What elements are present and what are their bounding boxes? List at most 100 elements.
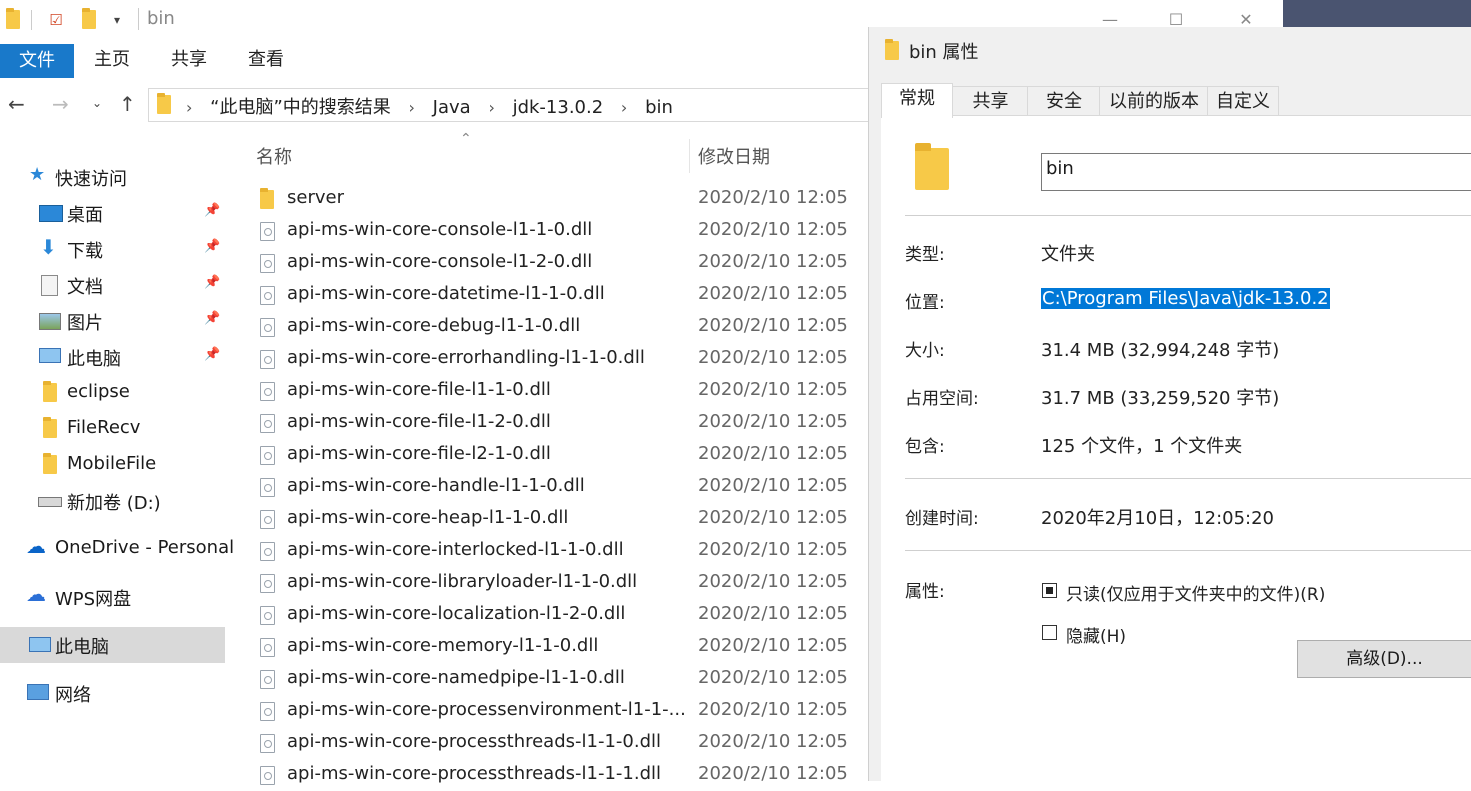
readonly-label[interactable]: 只读(仅应用于文件夹中的文件)(R) <box>1066 580 1325 605</box>
file-name[interactable]: api-ms-win-core-console-l1-1-0.dll <box>287 219 592 240</box>
nav-mobilefile[interactable]: MobileFile <box>0 447 225 481</box>
file-row[interactable]: api-ms-win-core-memory-l1-1-0.dll 2020/2/… <box>228 631 868 663</box>
file-row[interactable]: api-ms-win-core-processthreads-l1-1-0.dl… <box>228 727 868 759</box>
folder-name-input[interactable]: bin <box>1041 153 1471 191</box>
onedrive-icon: ☁ <box>26 534 46 558</box>
file-name[interactable]: api-ms-win-core-handle-l1-1-0.dll <box>287 475 585 496</box>
file-row[interactable]: server 2020/2/10 12:05 <box>228 183 868 215</box>
file-row[interactable]: api-ms-win-core-file-l2-1-0.dll 2020/2/10… <box>228 439 868 471</box>
file-row[interactable]: api-ms-win-core-heap-l1-1-0.dll 2020/2/10… <box>228 503 868 535</box>
file-row[interactable]: api-ms-win-core-libraryloader-l1-1-0.dll… <box>228 567 868 599</box>
nav-quick-access[interactable]: ★ 快速访问 <box>0 159 225 193</box>
pin-icon[interactable]: 📌 <box>204 347 220 362</box>
file-name[interactable]: api-ms-win-core-errorhandling-l1-1-0.dll <box>287 347 645 368</box>
file-name[interactable]: api-ms-win-core-localization-l1-2-0.dll <box>287 603 625 624</box>
up-arrow-icon[interactable]: ↑ <box>119 92 136 116</box>
breadcrumb-bin[interactable]: bin <box>645 97 673 118</box>
nav-this-pc[interactable]: 此电脑 <box>0 627 225 663</box>
file-row[interactable]: api-ms-win-core-console-l1-1-0.dll 2020/2… <box>228 215 868 247</box>
nav-eclipse[interactable]: eclipse <box>0 375 225 409</box>
file-name[interactable]: api-ms-win-core-debug-l1-1-0.dll <box>287 315 580 336</box>
file-row[interactable]: api-ms-win-core-file-l1-2-0.dll 2020/2/10… <box>228 407 868 439</box>
tab-sharing[interactable]: 共享 <box>952 86 1029 117</box>
nav-downloads[interactable]: ⬇ 下载 📌 <box>0 231 225 265</box>
properties-quick-access-icon[interactable]: ☑ <box>47 10 65 30</box>
forward-arrow-icon[interactable]: → <box>52 92 69 116</box>
drive-icon <box>38 497 62 507</box>
file-date: 2020/2/10 12:05 <box>698 571 848 592</box>
breadcrumb-jdk[interactable]: jdk-13.0.2 <box>513 97 604 118</box>
tab-file[interactable]: 文件 <box>0 44 74 78</box>
breadcrumb-chevron-icon[interactable]: › <box>488 98 494 117</box>
file-name[interactable]: api-ms-win-core-libraryloader-l1-1-0.dll <box>287 571 637 592</box>
file-date: 2020/2/10 12:05 <box>698 315 848 336</box>
file-row[interactable]: api-ms-win-core-handle-l1-1-0.dll 2020/2/… <box>228 471 868 503</box>
dll-file-icon <box>260 542 275 561</box>
tab-view[interactable]: 查看 <box>248 40 284 74</box>
file-row[interactable]: api-ms-win-core-processenvironment-l1-1-… <box>228 695 868 727</box>
recent-locations-chevron-icon[interactable]: ⌄ <box>92 96 102 110</box>
size-value: 31.4 MB (32,994,248 字节) <box>1041 340 1280 361</box>
file-name[interactable]: api-ms-win-core-file-l1-2-0.dll <box>287 411 551 432</box>
column-name-header[interactable]: 名称 <box>256 143 292 169</box>
breadcrumb-chevron-icon[interactable]: › <box>621 98 627 117</box>
file-name[interactable]: api-ms-win-core-file-l2-1-0.dll <box>287 443 551 464</box>
tab-share[interactable]: 共享 <box>171 40 207 74</box>
file-row[interactable]: api-ms-win-core-debug-l1-1-0.dll 2020/2/1… <box>228 311 868 343</box>
back-arrow-icon[interactable]: ← <box>8 92 25 116</box>
nav-filerecv[interactable]: FileRecv <box>0 411 225 445</box>
hidden-label[interactable]: 隐藏(H) <box>1066 622 1126 647</box>
nav-this-pc-pinned[interactable]: 此电脑 📌 <box>0 339 225 373</box>
divider <box>138 8 139 30</box>
nav-wps[interactable]: ☁ WPS网盘 <box>0 579 225 613</box>
tab-customize[interactable]: 自定义 <box>1207 86 1279 117</box>
file-row[interactable]: api-ms-win-core-localization-l1-2-0.dll 2… <box>228 599 868 631</box>
file-name[interactable]: api-ms-win-core-memory-l1-1-0.dll <box>287 635 598 656</box>
tab-previous-versions[interactable]: 以前的版本 <box>1099 86 1209 117</box>
network-icon <box>27 684 49 700</box>
hidden-checkbox[interactable] <box>1042 625 1057 640</box>
file-row[interactable]: api-ms-win-core-processthreads-l1-1-1.dl… <box>228 759 868 791</box>
file-row[interactable]: api-ms-win-core-console-l1-2-0.dll 2020/2… <box>228 247 868 279</box>
new-folder-quick-access-icon[interactable] <box>80 8 98 30</box>
file-name[interactable]: api-ms-win-core-file-l1-1-0.dll <box>287 379 551 400</box>
dll-file-icon <box>260 318 275 337</box>
file-name[interactable]: api-ms-win-core-datetime-l1-1-0.dll <box>287 283 605 304</box>
file-row[interactable]: api-ms-win-core-interlocked-l1-1-0.dll 20… <box>228 535 868 567</box>
file-row[interactable]: api-ms-win-core-errorhandling-l1-1-0.dll… <box>228 343 868 375</box>
location-value-field[interactable]: C:\Program Files\Java\jdk-13.0.2 <box>1041 288 1330 309</box>
column-date-header[interactable]: 修改日期 <box>698 143 770 169</box>
pin-icon[interactable]: 📌 <box>204 311 220 326</box>
file-name[interactable]: api-ms-win-core-console-l1-2-0.dll <box>287 251 592 272</box>
pin-icon[interactable]: 📌 <box>204 275 220 290</box>
file-name[interactable]: api-ms-win-core-heap-l1-1-0.dll <box>287 507 568 528</box>
nav-network[interactable]: 网络 <box>0 675 225 709</box>
advanced-button[interactable]: 高级(D)... <box>1297 640 1471 678</box>
file-row[interactable]: api-ms-win-core-datetime-l1-1-0.dll 2020/… <box>228 279 868 311</box>
tab-security[interactable]: 安全 <box>1027 86 1101 117</box>
readonly-checkbox[interactable] <box>1042 583 1057 598</box>
breadcrumb-java[interactable]: Java <box>433 97 471 118</box>
nav-pictures[interactable]: 图片 📌 <box>0 303 225 337</box>
pin-icon[interactable]: 📌 <box>204 239 220 254</box>
file-name[interactable]: api-ms-win-core-namedpipe-l1-1-0.dll <box>287 667 625 688</box>
column-divider[interactable] <box>689 139 690 173</box>
nav-drive-d[interactable]: 新加卷 (D:) <box>0 483 225 517</box>
customize-quick-access-dropdown-icon[interactable]: ▾ <box>108 10 126 30</box>
tab-home[interactable]: 主页 <box>94 40 130 74</box>
nav-desktop[interactable]: 桌面 📌 <box>0 195 225 229</box>
file-row[interactable]: api-ms-win-core-namedpipe-l1-1-0.dll 2020… <box>228 663 868 695</box>
location-value[interactable]: C:\Program Files\Java\jdk-13.0.2 <box>1041 288 1330 309</box>
pin-icon[interactable]: 📌 <box>204 203 220 218</box>
tab-general[interactable]: 常规 <box>881 83 953 118</box>
file-name[interactable]: server <box>287 187 344 208</box>
file-name[interactable]: api-ms-win-core-processenvironment-l1-1-… <box>287 699 686 720</box>
breadcrumb-search-results[interactable]: “此电脑”中的搜索结果 <box>210 97 391 118</box>
breadcrumb-chevron-icon[interactable]: › <box>409 98 415 117</box>
nav-onedrive[interactable]: ☁ OneDrive - Personal <box>0 531 234 565</box>
file-row[interactable]: api-ms-win-core-file-l1-1-0.dll 2020/2/10… <box>228 375 868 407</box>
file-name[interactable]: api-ms-win-core-processthreads-l1-1-0.dl… <box>287 731 661 752</box>
nav-documents[interactable]: 文档 📌 <box>0 267 225 301</box>
contains-label: 包含: <box>905 437 945 457</box>
file-name[interactable]: api-ms-win-core-interlocked-l1-1-0.dll <box>287 539 624 560</box>
